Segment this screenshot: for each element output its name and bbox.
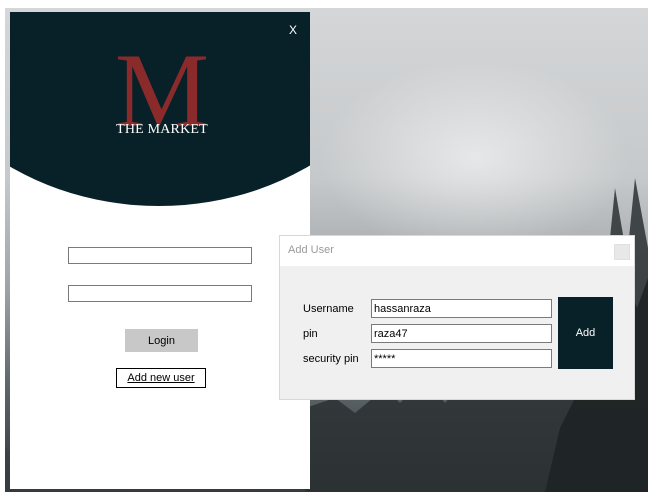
username-label: Username — [303, 303, 354, 315]
new-pin-field[interactable] — [371, 324, 552, 343]
dialog-titlebar[interactable]: Add User — [280, 236, 634, 266]
close-button[interactable]: X — [286, 22, 300, 38]
login-window: X M THE MARKET Login Add new user — [10, 12, 310, 489]
new-security-pin-field[interactable] — [371, 349, 552, 368]
add-user-dialog: Add User Username pin security pin Add — [280, 236, 634, 399]
dialog-close-button[interactable] — [614, 244, 630, 260]
logo-name: THE MARKET — [116, 122, 208, 137]
add-button[interactable]: Add — [558, 297, 613, 369]
security-pin-label: security pin — [303, 353, 359, 365]
password-field[interactable] — [68, 285, 252, 302]
pin-label: pin — [303, 328, 318, 340]
dialog-title: Add User — [288, 244, 334, 256]
add-new-user-button[interactable]: Add new user — [116, 368, 206, 388]
login-button[interactable]: Login — [125, 329, 198, 352]
the-market-logo: M THE MARKET — [98, 36, 226, 148]
new-username-field[interactable] — [371, 299, 552, 318]
username-field[interactable] — [68, 247, 252, 264]
